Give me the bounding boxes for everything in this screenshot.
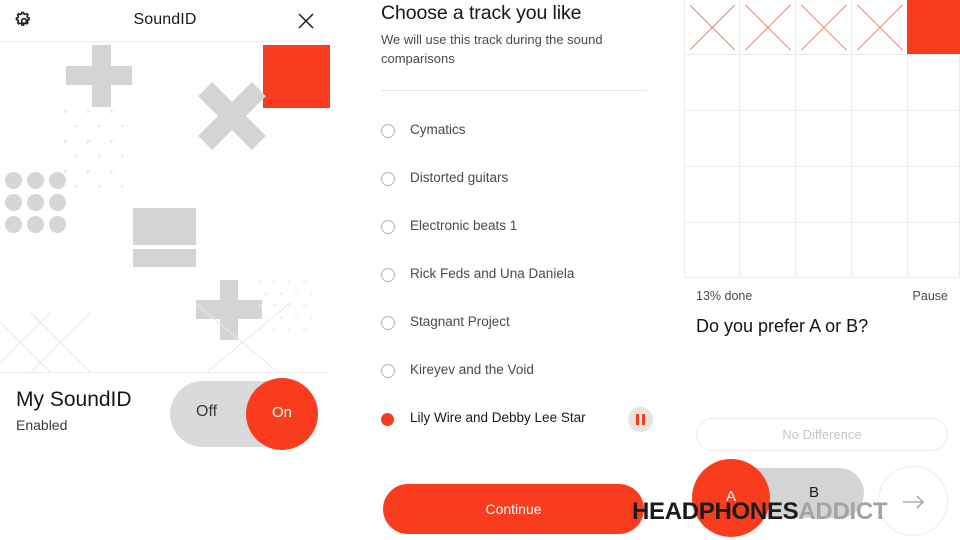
panel-soundid-home: SoundID My SoundID Enabled Off On xyxy=(0,0,330,540)
track-label: Rick Feds and Una Daniela xyxy=(410,266,575,281)
arrow-right-icon xyxy=(903,495,924,509)
track-list-item[interactable]: Cymatics xyxy=(381,121,647,147)
grid-cell xyxy=(852,55,908,111)
screenshot-root: SoundID My SoundID Enabled Off On Choose… xyxy=(0,0,960,540)
app-title: SoundID xyxy=(133,11,197,28)
close-icon[interactable] xyxy=(294,9,318,33)
my-soundid-panel: My SoundID Enabled Off On xyxy=(0,372,330,540)
grid-cell xyxy=(684,167,740,223)
watermark-light: ADDICT xyxy=(798,498,888,525)
track-label: Kireyev and the Void xyxy=(410,362,534,377)
toggle-knob[interactable]: On xyxy=(246,378,318,450)
highlighted-cell xyxy=(907,0,960,54)
radio-icon[interactable] xyxy=(381,124,395,138)
track-label: Electronic beats 1 xyxy=(410,218,518,233)
decorative-circle-grid xyxy=(5,172,67,234)
decorative-lattice-line xyxy=(0,312,51,372)
grid-cell xyxy=(908,55,960,111)
grid-cell xyxy=(740,111,796,167)
decorative-plus-2-horizontal xyxy=(196,300,262,319)
x-pattern-icon xyxy=(852,0,907,54)
x-pattern-icon xyxy=(685,0,739,54)
toggle-off-label: Off xyxy=(196,403,218,420)
grid-cell xyxy=(740,223,796,278)
comparison-question: Do you prefer A or B? xyxy=(696,316,869,336)
choose-track-title: Choose a track you like xyxy=(381,2,582,24)
grid-cell xyxy=(908,111,960,167)
my-soundid-status: Enabled xyxy=(16,417,68,433)
track-list-item[interactable]: Rick Feds and Una Daniela xyxy=(381,265,647,291)
radio-icon[interactable] xyxy=(381,316,395,330)
track-list-item[interactable]: Kireyev and the Void xyxy=(381,361,647,387)
divider xyxy=(381,90,647,91)
app-header: SoundID xyxy=(0,0,330,42)
pause-button[interactable]: Pause xyxy=(913,289,948,303)
choose-track-subtitle: We will use this track during the sound … xyxy=(381,32,603,66)
grid-cell xyxy=(684,55,740,111)
track-label: Lily Wire and Debby Lee Star xyxy=(410,410,586,425)
grid-cell xyxy=(740,167,796,223)
panel-ab-comparison: 13% done Pause Do you prefer A or B? No … xyxy=(684,0,960,540)
radio-icon-selected[interactable] xyxy=(381,413,394,426)
grid-cell xyxy=(796,0,852,55)
next-button[interactable] xyxy=(878,466,948,536)
decorative-rect-2 xyxy=(133,249,196,267)
grid-cell xyxy=(852,0,908,55)
grid-cell xyxy=(796,111,852,167)
grid-cell xyxy=(852,111,908,167)
grid-cell xyxy=(796,55,852,111)
grid-cell xyxy=(740,0,796,55)
grid-cell xyxy=(796,223,852,278)
continue-button-label: Continue xyxy=(485,501,542,517)
track-list-item[interactable]: Distorted guitars xyxy=(381,169,647,195)
track-list-item-selected[interactable]: Lily Wire and Debby Lee Star xyxy=(381,407,653,435)
watermark-bold: HEADPHONES xyxy=(632,498,799,525)
track-label: Distorted guitars xyxy=(410,170,509,185)
continue-button[interactable]: Continue xyxy=(383,484,644,534)
no-difference-label: No Difference xyxy=(782,427,862,442)
pause-icon[interactable] xyxy=(628,407,653,432)
decorative-rect-1 xyxy=(133,208,196,245)
decorative-plus-1-horizontal xyxy=(66,66,132,85)
decorative-artwork xyxy=(0,42,330,372)
grid-cell xyxy=(908,167,960,223)
grid-cell xyxy=(852,223,908,278)
panel-choose-track: Choose a track you like We will use this… xyxy=(368,0,660,540)
radio-icon[interactable] xyxy=(381,364,395,378)
grid-cell-highlight xyxy=(907,0,960,55)
decorative-red-square xyxy=(263,45,330,108)
grid-cell xyxy=(684,0,740,55)
decorative-triangle-grid-1 xyxy=(64,110,134,189)
x-pattern-icon xyxy=(796,0,851,54)
track-label: Cymatics xyxy=(410,122,466,137)
radio-icon[interactable] xyxy=(381,172,395,186)
track-label: Stagnant Project xyxy=(410,314,510,329)
grid-cell xyxy=(684,223,740,278)
progress-label: 13% done xyxy=(696,289,753,303)
track-list-item[interactable]: Electronic beats 1 xyxy=(381,217,647,243)
toggle-on-label: On xyxy=(271,404,292,421)
my-soundid-title: My SoundID xyxy=(16,388,132,411)
grid-cell xyxy=(684,111,740,167)
no-difference-button[interactable]: No Difference xyxy=(696,418,948,451)
comparison-grid xyxy=(684,0,960,278)
decorative-triangle-grid-2 xyxy=(258,280,320,342)
x-pattern-icon xyxy=(740,0,795,54)
grid-cell xyxy=(740,55,796,111)
grid-cell xyxy=(908,223,960,278)
radio-icon[interactable] xyxy=(381,268,395,282)
grid-cell xyxy=(796,167,852,223)
decorative-lattice-line xyxy=(0,312,51,372)
watermark: HEADPHONESADDICT xyxy=(632,498,888,526)
soundid-toggle[interactable]: Off On xyxy=(170,378,318,450)
grid-cell xyxy=(852,167,908,223)
track-list-item[interactable]: Stagnant Project xyxy=(381,313,647,339)
radio-icon[interactable] xyxy=(381,220,395,234)
